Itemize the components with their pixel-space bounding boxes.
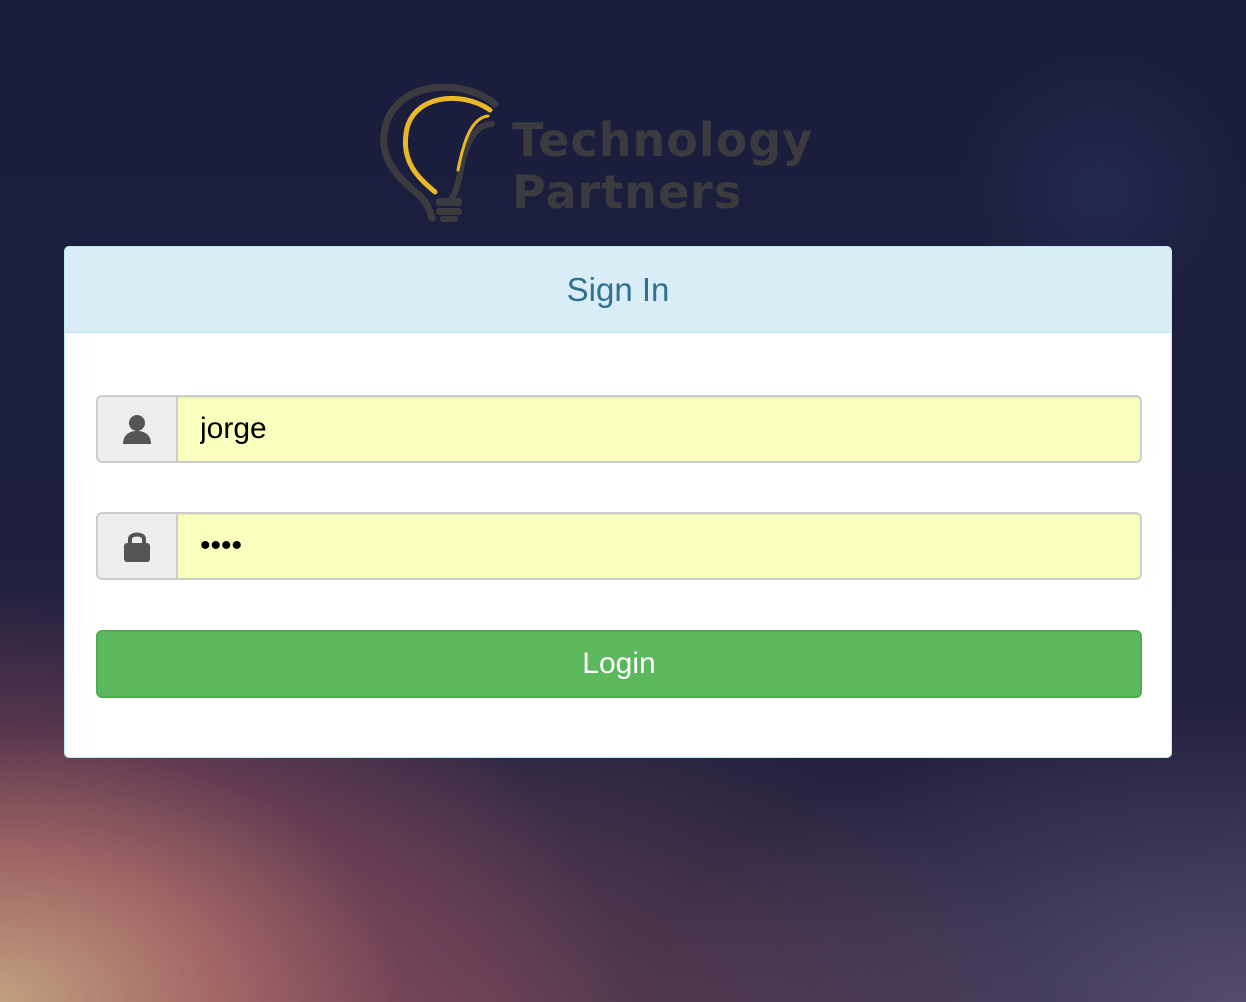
logo-wordmark: Technology Partners	[512, 114, 813, 218]
panel-title: Sign In	[566, 270, 670, 308]
lightbulb-icon	[380, 84, 499, 222]
company-logo: Technology Partners	[380, 84, 860, 224]
password-input-group	[96, 512, 1142, 580]
username-input[interactable]	[176, 395, 1142, 463]
logo-line-2: Partners	[512, 165, 743, 219]
password-input[interactable]	[176, 512, 1142, 580]
lock-icon	[96, 512, 176, 580]
sign-in-panel: Sign In Login	[64, 246, 1172, 758]
logo-line-1: Technology	[512, 113, 814, 167]
user-icon	[96, 395, 176, 463]
username-input-group	[96, 395, 1142, 463]
panel-heading: Sign In	[65, 247, 1171, 333]
login-button[interactable]: Login	[96, 630, 1142, 698]
